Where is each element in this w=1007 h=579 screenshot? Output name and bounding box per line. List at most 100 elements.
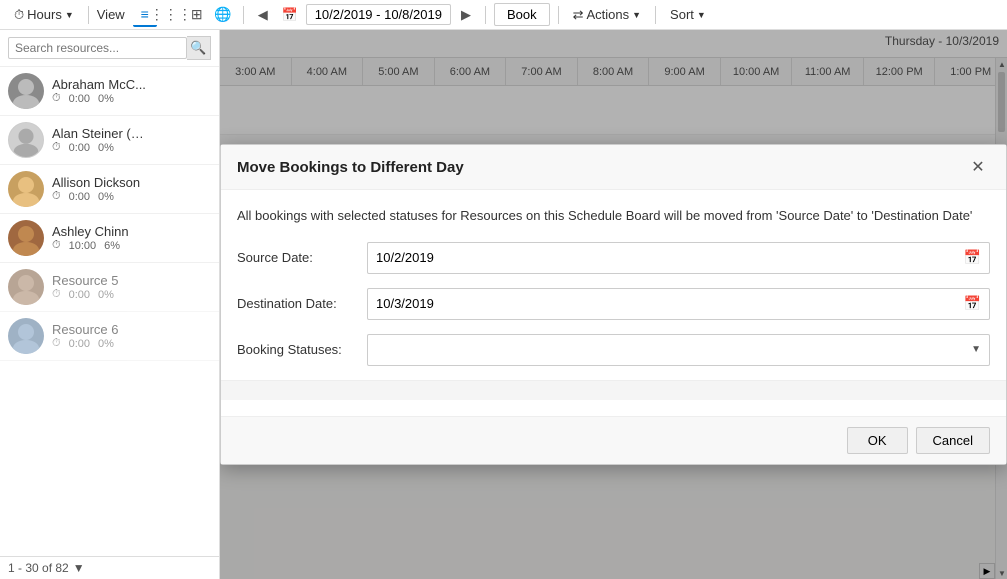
- list-item[interactable]: Resource 6 ⏱ 0:00 0%: [0, 312, 219, 361]
- avatar: [8, 122, 44, 158]
- pagination-text: 1 - 30 of 82: [8, 561, 69, 575]
- resource-percent: 0%: [98, 191, 114, 203]
- resource-info: Alan Steiner (… ⏱ 0:00 0%: [52, 126, 211, 154]
- clock-icon: ⏱: [14, 7, 24, 23]
- avatar: [8, 73, 44, 109]
- time-icon: ⏱: [52, 141, 61, 154]
- resource-time: 0:00: [69, 289, 90, 301]
- resource-meta: ⏱ 10:00 6%: [52, 239, 211, 252]
- calendar-icon[interactable]: 📅: [964, 249, 981, 266]
- separator-5: [655, 6, 656, 24]
- time-icon: ⏱: [52, 239, 61, 252]
- separator-3: [485, 6, 486, 24]
- modal-close-button[interactable]: ✕: [966, 155, 990, 179]
- avatar: [8, 171, 44, 207]
- sort-caret-icon: ▼: [697, 10, 706, 20]
- resource-name: Resource 6: [52, 322, 211, 337]
- booking-statuses-label: Booking Statuses:: [237, 342, 367, 357]
- avatar: [8, 269, 44, 305]
- search-input[interactable]: [8, 37, 187, 59]
- time-icon: ⏱: [52, 92, 61, 105]
- resource-info: Resource 5 ⏱ 0:00 0%: [52, 273, 211, 301]
- resource-name: Alan Steiner (…: [52, 126, 211, 141]
- list-item[interactable]: Resource 5 ⏱ 0:00 0%: [0, 263, 219, 312]
- search-button[interactable]: 🔍: [187, 36, 211, 60]
- list-item[interactable]: Ashley Chinn ⏱ 10:00 6%: [0, 214, 219, 263]
- modal-spacer: [221, 380, 1006, 400]
- resource-meta: ⏱ 0:00 0%: [52, 92, 211, 105]
- sort-label: Sort: [670, 7, 694, 22]
- resource-info: Allison Dickson ⏱ 0:00 0%: [52, 175, 211, 203]
- book-button[interactable]: Book: [494, 3, 550, 26]
- resource-info: Ashley Chinn ⏱ 10:00 6%: [52, 224, 211, 252]
- search-bar: 🔍: [0, 30, 219, 67]
- calendar-icon[interactable]: 📅: [278, 3, 302, 27]
- booking-statuses-select[interactable]: ▼: [367, 334, 990, 366]
- time-icon: ⏱: [52, 190, 61, 203]
- modal-header: Move Bookings to Different Day ✕: [221, 145, 1006, 190]
- resource-name: Ashley Chinn: [52, 224, 211, 239]
- source-date-input[interactable]: [376, 250, 964, 265]
- globe-view-icon[interactable]: 🌐: [211, 3, 235, 27]
- dropdown-arrow-icon: ▼: [971, 344, 981, 355]
- destination-date-field: 📅: [367, 288, 990, 320]
- destination-date-row: Destination Date: 📅: [237, 288, 990, 320]
- main-layout: 🔍 Abraham McC... ⏱ 0:00 0%: [0, 30, 1007, 579]
- toolbar: ⏱ Hours ▼ View ≡ ⋮⋮⋮ ⊞ 🌐 ◀ 📅 10/2/2019 -…: [0, 0, 1007, 30]
- resource-info: Resource 6 ⏱ 0:00 0%: [52, 322, 211, 350]
- left-panel: 🔍 Abraham McC... ⏱ 0:00 0%: [0, 30, 220, 579]
- separator-1: [88, 6, 89, 24]
- list-item[interactable]: Alan Steiner (… ⏱ 0:00 0%: [0, 116, 219, 165]
- actions-button[interactable]: ⇄ Actions ▼: [567, 5, 647, 25]
- hours-label: Hours: [27, 7, 62, 22]
- next-arrow[interactable]: ▶: [455, 4, 477, 26]
- calendar-icon[interactable]: 📅: [964, 295, 981, 312]
- prev-arrow[interactable]: ◀: [252, 4, 274, 26]
- source-date-row: Source Date: 📅: [237, 242, 990, 274]
- view-label: View: [97, 7, 125, 22]
- resource-list: Abraham McC... ⏱ 0:00 0% Alan Steiner (…: [0, 67, 219, 556]
- resource-name: Resource 5: [52, 273, 211, 288]
- destination-date-input[interactable]: [376, 296, 964, 311]
- pagination: 1 - 30 of 82 ▼: [0, 556, 219, 579]
- modal-title: Move Bookings to Different Day: [237, 159, 464, 176]
- hours-button[interactable]: ⏱ Hours ▼: [8, 5, 80, 25]
- resource-meta: ⏱ 0:00 0%: [52, 141, 211, 154]
- ok-button[interactable]: OK: [847, 427, 908, 454]
- separator-4: [558, 6, 559, 24]
- resource-meta: ⏱ 0:00 0%: [52, 337, 211, 350]
- booking-statuses-row: Booking Statuses: ▼: [237, 334, 990, 366]
- list-item[interactable]: Abraham McC... ⏱ 0:00 0%: [0, 67, 219, 116]
- destination-date-label: Destination Date:: [237, 296, 367, 311]
- resource-time: 0:00: [69, 191, 90, 203]
- date-range-display: 10/2/2019 - 10/8/2019: [306, 4, 451, 25]
- source-date-field: 📅: [367, 242, 990, 274]
- chart-view-icon[interactable]: ⋮⋮⋮: [159, 3, 183, 27]
- source-date-label: Source Date:: [237, 250, 367, 265]
- avatar: [8, 220, 44, 256]
- sort-button[interactable]: Sort ▼: [664, 5, 712, 24]
- resource-percent: 0%: [98, 93, 114, 105]
- resource-name: Allison Dickson: [52, 175, 211, 190]
- resource-time: 0:00: [69, 142, 90, 154]
- hours-caret-icon: ▼: [65, 10, 74, 20]
- modal-dialog: Move Bookings to Different Day ✕ All boo…: [220, 144, 1007, 465]
- time-icon: ⏱: [52, 337, 61, 350]
- grid-view-icon[interactable]: ⊞: [185, 3, 209, 27]
- avatar: [8, 318, 44, 354]
- modal-body: All bookings with selected statuses for …: [221, 190, 1006, 416]
- resource-time: 0:00: [69, 338, 90, 350]
- date-navigation: ◀ 📅 10/2/2019 - 10/8/2019 ▶: [252, 3, 477, 27]
- actions-label: Actions: [586, 7, 629, 22]
- resource-name: Abraham McC...: [52, 77, 211, 92]
- resource-percent: 0%: [98, 142, 114, 154]
- cancel-button[interactable]: Cancel: [916, 427, 990, 454]
- resource-percent: 0%: [98, 289, 114, 301]
- actions-caret-icon: ▼: [632, 10, 641, 20]
- list-item[interactable]: Allison Dickson ⏱ 0:00 0%: [0, 165, 219, 214]
- separator-2: [243, 6, 244, 24]
- resource-meta: ⏱ 0:00 0%: [52, 190, 211, 203]
- resource-time: 0:00: [69, 93, 90, 105]
- resource-percent: 0%: [98, 338, 114, 350]
- pagination-expand-icon[interactable]: ▼: [73, 561, 85, 575]
